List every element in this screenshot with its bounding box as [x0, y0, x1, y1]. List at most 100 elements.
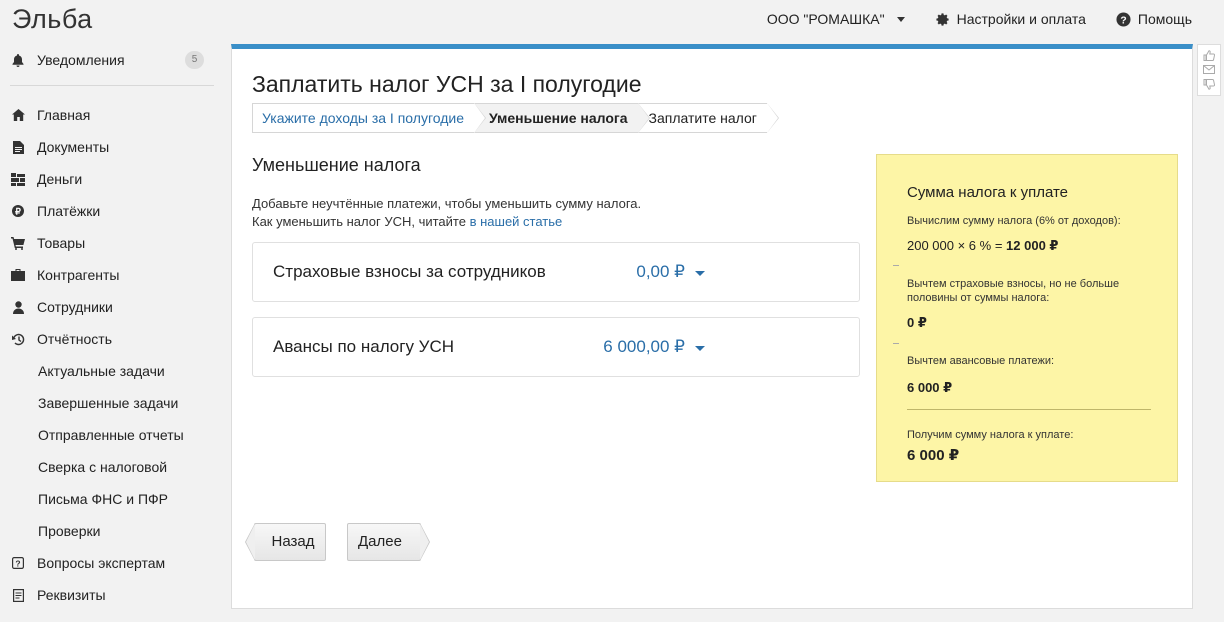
back-button[interactable]: Назад — [245, 523, 326, 561]
next-button[interactable]: Далее — [347, 523, 430, 561]
money-icon — [11, 172, 25, 186]
summary-formula-prefix: 200 000 × 6 % = — [907, 238, 1007, 253]
summary-total-label: Получим сумму налога к уплате: — [907, 429, 1074, 441]
main-card: Заплатить налог УСН за I полугодие Укажи… — [231, 44, 1193, 609]
sidebar-item-label: Сотрудники — [37, 299, 113, 315]
sidebar-item-documents[interactable]: Документы — [0, 131, 214, 163]
app-logo[interactable]: Эльба — [12, 4, 93, 35]
sidebar-item-label: Вопросы экспертам — [37, 555, 166, 571]
documents-icon — [11, 140, 25, 154]
bell-icon — [11, 53, 25, 67]
settings-link[interactable]: Настройки и оплата — [935, 11, 1086, 27]
sidebar-item-label: Уведомления — [37, 52, 125, 68]
payments-icon: ₽ — [11, 204, 25, 218]
page-title: Заплатить налог УСН за I полугодие — [252, 71, 642, 97]
chevron-down-icon — [896, 16, 905, 22]
settings-label: Настройки и оплата — [956, 11, 1086, 27]
question-icon: ? — [11, 556, 25, 570]
payment-amount[interactable]: 6 000,00 ₽ — [603, 337, 685, 357]
sidebar-subitem-current-tasks[interactable]: Актуальные задачи — [0, 355, 214, 387]
sidebar-item-goods[interactable]: Товары — [0, 227, 214, 259]
top-navigation: ООО "РОМАШКА" Настройки и оплата ? Помощ… — [737, 11, 1192, 27]
sidebar-item-label: Контрагенты — [37, 267, 120, 283]
summary-advance-value: 6 000 ₽ — [907, 380, 953, 395]
organization-name: ООО "РОМАШКА" — [766, 11, 885, 27]
section-title: Уменьшение налога — [252, 155, 421, 175]
sidebar-item-money[interactable]: Деньги — [0, 163, 214, 195]
chevron-down-icon[interactable] — [695, 271, 705, 276]
report-icon — [11, 332, 25, 346]
sidebar-item-label: Письма ФНС и ПФР — [38, 491, 168, 507]
organization-selector[interactable]: ООО "РОМАШКА" — [767, 11, 905, 27]
article-link[interactable]: в нашей статье — [470, 214, 563, 229]
help-label: Помощь — [1137, 11, 1192, 27]
chevron-down-icon[interactable] — [695, 346, 705, 351]
sidebar: Уведомления 5 Главная Документы Деньги ₽… — [0, 44, 214, 611]
step-pay-tax: Заплатите налог — [637, 103, 780, 133]
sidebar-item-label: Проверки — [38, 523, 101, 539]
feedback-widget — [1197, 44, 1221, 96]
sidebar-item-label: Сверка с налоговой — [38, 459, 168, 475]
summary-calc-label: Вычислим сумму налога (6% от доходов): — [907, 215, 1121, 227]
sidebar-subitem-tax-reconciliation[interactable]: Сверка с налоговой — [0, 451, 214, 483]
help-link[interactable]: ? Помощь — [1116, 11, 1192, 27]
sidebar-item-label: Главная — [37, 107, 91, 123]
thumbs-down-icon[interactable] — [1203, 78, 1215, 90]
payment-row-advances: Авансы по налогу УСН 6 000,00 ₽ — [252, 317, 860, 377]
svg-text:?: ? — [15, 558, 20, 568]
summary-insurance-value: 0 ₽ — [907, 315, 927, 330]
hint-line-2: Как уменьшить налог УСН, читайте в нашей… — [252, 213, 641, 231]
sidebar-subitem-sent-reports[interactable]: Отправленные отчеты — [0, 419, 214, 451]
payment-label: Авансы по налогу УСН — [273, 337, 455, 356]
sidebar-item-label: Товары — [37, 235, 86, 251]
cart-icon — [11, 236, 25, 250]
summary-formula-result: 12 000 ₽ — [1006, 238, 1059, 253]
notification-count-badge: 5 — [185, 51, 204, 69]
wizard-steps: Укажите доходы за I полугодие Уменьшение… — [252, 103, 780, 133]
sidebar-item-contractors[interactable]: Контрагенты — [0, 259, 214, 291]
mail-icon[interactable] — [1203, 65, 1215, 75]
step-tax-reduction: Уменьшение налога — [474, 103, 650, 133]
person-icon — [11, 300, 25, 314]
sidebar-item-label: Актуальные задачи — [38, 363, 165, 379]
sidebar-divider — [10, 85, 214, 86]
sidebar-subitem-completed-tasks[interactable]: Завершенные задачи — [0, 387, 214, 419]
sidebar-item-home[interactable]: Главная — [0, 99, 214, 131]
summary-advance-label: Вычтем авансовые платежи: — [907, 355, 1055, 367]
payment-amount[interactable]: 0,00 ₽ — [636, 262, 685, 282]
summary-divider-dash — [893, 343, 899, 344]
hint-line-1: Добавьте неучтённые платежи, чтобы умень… — [252, 196, 642, 211]
sidebar-item-label: Реквизиты — [37, 587, 106, 603]
sidebar-item-label: Отправленные отчеты — [38, 427, 184, 443]
tax-summary-panel: Сумма налога к уплате Вычислим сумму нал… — [876, 154, 1178, 482]
sidebar-item-payments[interactable]: ₽ Платёжки — [0, 195, 214, 227]
sidebar-item-label: Документы — [37, 139, 110, 155]
payment-label: Страховые взносы за сотрудников — [273, 262, 546, 281]
sidebar-item-employees[interactable]: Сотрудники — [0, 291, 214, 323]
step-enter-income[interactable]: Укажите доходы за I полугодие — [252, 103, 486, 133]
payment-row-insurance: Страховые взносы за сотрудников 0,00 ₽ — [252, 242, 860, 302]
summary-insurance-label: Вычтем страховые взносы, но не больше по… — [907, 278, 1120, 304]
summary-divider-dash — [893, 265, 899, 266]
sidebar-item-label: Деньги — [37, 171, 83, 187]
thumbs-up-icon[interactable] — [1203, 50, 1215, 62]
sidebar-item-requisites[interactable]: Реквизиты — [0, 579, 214, 611]
sidebar-item-expert-questions[interactable]: ? Вопросы экспертам — [0, 547, 214, 579]
sidebar-item-reports[interactable]: Отчётность — [0, 323, 214, 355]
help-icon: ? — [1116, 11, 1131, 27]
sidebar-item-label: Платёжки — [37, 203, 101, 219]
sidebar-item-label: Завершенные задачи — [38, 395, 179, 411]
sidebar-subitem-fns-letters[interactable]: Письма ФНС и ПФР — [0, 483, 214, 515]
hint-line-2-prefix: Как уменьшить налог УСН, читайте — [252, 214, 466, 229]
summary-total-value: 6 000 ₽ — [907, 447, 960, 464]
home-icon — [11, 108, 25, 122]
sidebar-subitem-inspections[interactable]: Проверки — [0, 515, 214, 547]
summary-separator — [907, 409, 1151, 410]
gear-icon — [936, 12, 949, 26]
sidebar-item-label: Отчётность — [37, 331, 113, 347]
hint-text: Добавьте неучтённые платежи, чтобы умень… — [252, 195, 641, 231]
requisites-icon — [11, 588, 25, 602]
svg-text:₽: ₽ — [15, 207, 21, 217]
sidebar-item-notifications[interactable]: Уведомления 5 — [0, 44, 214, 76]
svg-text:?: ? — [1120, 15, 1126, 26]
